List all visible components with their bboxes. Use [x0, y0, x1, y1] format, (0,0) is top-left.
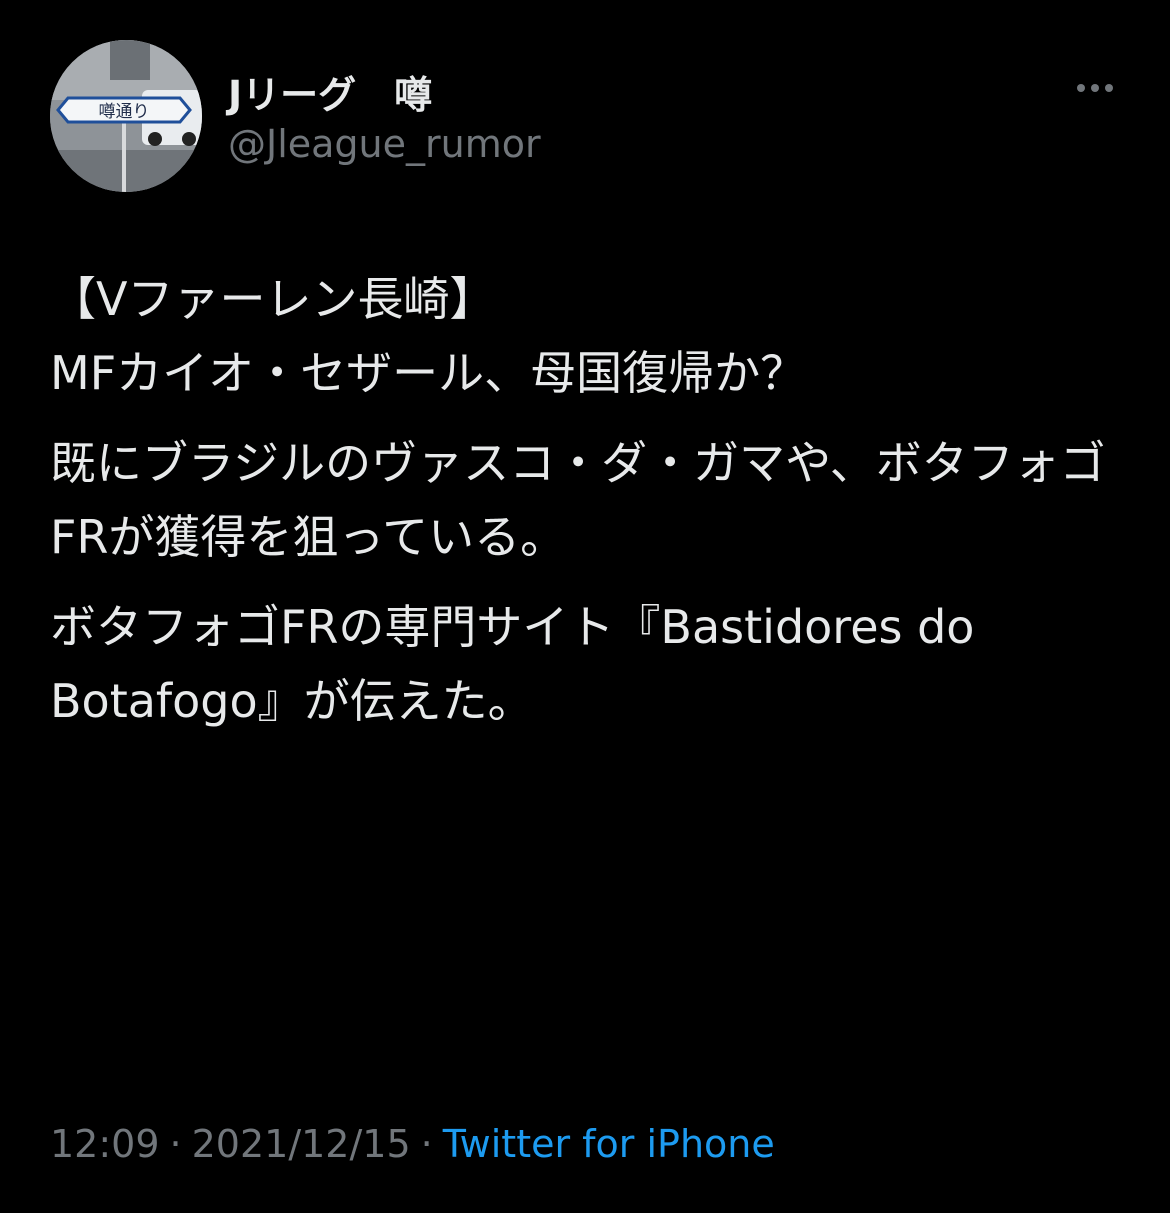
avatar[interactable]: 噂通り [50, 40, 202, 192]
separator: · [169, 1122, 182, 1166]
more-options-button[interactable] [1066, 66, 1124, 110]
more-horizontal-icon [1074, 84, 1116, 92]
tweet-source-link[interactable]: Twitter for iPhone [443, 1122, 775, 1166]
tweet-text: 【Vファーレン長崎】 MFカイオ・セザール、母国復帰か？ 既にブラジルのヴァスコ… [50, 262, 1130, 754]
tweet-time[interactable]: 12:09 [50, 1122, 160, 1166]
tweet-paragraph-3: ボタフォゴFRの専門サイト『Bastidores do Botafogo』が伝え… [50, 600, 990, 728]
tweet-metadata: 12:09 · 2021/12/15 · Twitter for iPhone [50, 1122, 775, 1166]
tweet-paragraph-1: 【Vファーレン長崎】 MFカイオ・セザール、母国復帰か？ [50, 272, 807, 400]
tweet-date[interactable]: 2021/12/15 [192, 1122, 411, 1166]
avatar-sign-text: 噂通り [99, 102, 150, 122]
user-handle[interactable]: @Jleague_rumor [228, 122, 541, 166]
separator: · [420, 1122, 433, 1166]
tweet-paragraph-2: 既にブラジルのヴァスコ・ダ・ガマや、ボタフォゴFRが獲得を狙っている。 [50, 436, 1106, 564]
avatar-street-sign-image: 噂通り [50, 40, 202, 192]
display-name[interactable]: Jリーグ 噂 [228, 64, 432, 119]
